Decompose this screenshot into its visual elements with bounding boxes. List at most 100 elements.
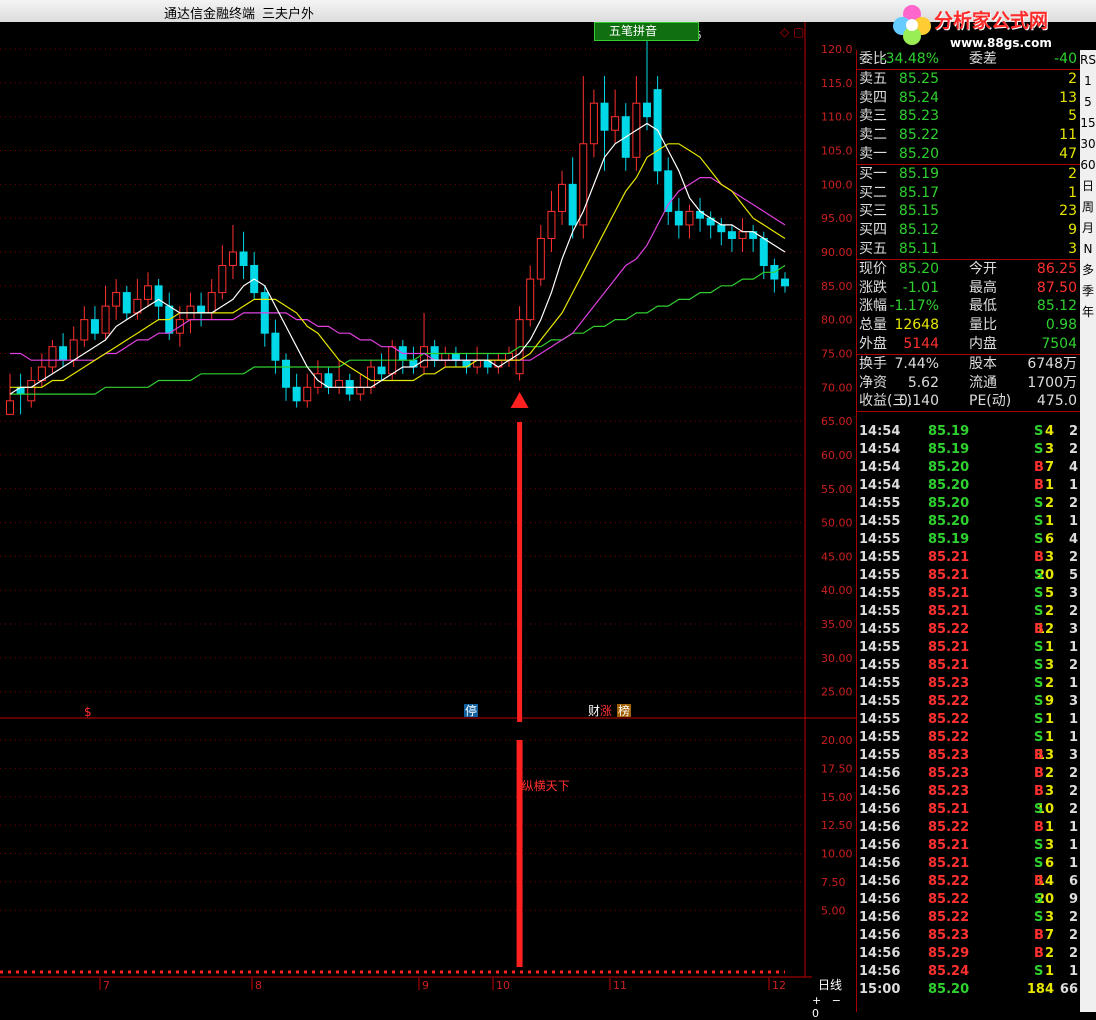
side-tool-button[interactable]: 季 (1080, 281, 1096, 302)
candle-body (568, 183, 577, 226)
ime-label[interactable]: 五笔拼音 (609, 24, 657, 38)
tick-row[interactable]: 14:56 85.24 1 S 1 (856, 963, 1080, 981)
tick-row[interactable]: 14:55 85.23 2 S 1 (856, 675, 1080, 693)
tick-price: 85.21 (928, 604, 970, 619)
side-tool-button[interactable]: 5 (1080, 92, 1096, 113)
tick-price: 85.20 (928, 496, 970, 511)
weicha-label: 委差 (969, 51, 997, 67)
tick-row[interactable]: 14:54 85.19 3 S 2 (856, 441, 1080, 459)
tick-count: 3 (1068, 622, 1078, 637)
quote-label-2: 内盘 (969, 335, 997, 352)
side-tool-button[interactable]: 1 (1080, 71, 1096, 92)
price-tick-label: 105.0 (821, 145, 853, 158)
tick-price: 85.22 (928, 820, 970, 835)
indicator-tick-label: 20.00 (821, 734, 853, 747)
side-tool-button[interactable]: 多 (1080, 260, 1096, 281)
tick-row[interactable]: 14:55 85.21 1 S 1 (856, 639, 1080, 657)
zoom-out-button[interactable]: − (832, 994, 841, 1007)
side-tool-button[interactable]: N (1080, 239, 1096, 260)
period-day-tab[interactable]: 日线 (818, 976, 842, 993)
tick-row[interactable]: 14:55 85.21 3 S 2 (856, 657, 1080, 675)
tick-row[interactable]: 14:56 85.23 2 B 2 (856, 765, 1080, 783)
candle-body (218, 265, 227, 294)
tick-row[interactable]: 14:54 85.20 1 B 1 (856, 477, 1080, 495)
price-tick-label: 40.00 (821, 584, 853, 597)
tick-price: 85.22 (928, 622, 970, 637)
tick-count: 2 (1068, 928, 1078, 943)
side-tool-button[interactable]: 60 (1080, 155, 1096, 176)
fund-value: 0.140 (898, 393, 939, 410)
tick-row[interactable]: 14:56 85.29 2 B 2 (856, 945, 1080, 963)
quote-value: 12648 (894, 317, 939, 334)
tick-row[interactable]: 15:00 85.20 184 66 (856, 981, 1080, 999)
watermark-logo: 分析家公式网 www.88gs.com (890, 2, 1090, 52)
tick-row[interactable]: 14:55 85.22 9 S 3 (856, 693, 1080, 711)
chart-canvas[interactable]: 120.0115.0110.0105.0100.095.0090.0085.00… (0, 22, 858, 1012)
tick-row[interactable]: 14:56 85.21 6 S 1 (856, 855, 1080, 873)
tick-side: S (1034, 658, 1044, 673)
tick-row[interactable]: 14:55 85.19 6 S 4 (856, 531, 1080, 549)
tick-row[interactable]: 14:56 85.22 1 B 1 (856, 819, 1080, 837)
tick-row[interactable]: 14:54 85.20 7 B 4 (856, 459, 1080, 477)
tick-time: 14:56 (859, 964, 901, 979)
tick-time: 14:55 (859, 658, 901, 673)
tick-price: 85.22 (928, 892, 970, 907)
tick-row[interactable]: 14:56 85.21 10 S 2 (856, 801, 1080, 819)
tick-row[interactable]: 14:56 85.23 7 B 2 (856, 927, 1080, 945)
kline-chart[interactable]: 120.0 115.0 110.0 105.0 100.0 95.00 90.00 85.00… (0, 22, 858, 1012)
side-tool-button[interactable]: 30 (1080, 134, 1096, 155)
tick-price: 85.20 (928, 478, 970, 493)
side-toolbar[interactable]: RSI15153060日周月N多季年 (1080, 50, 1096, 1012)
tick-row[interactable]: 14:55 85.21 5 S 3 (856, 585, 1080, 603)
tick-row[interactable]: 14:54 85.19 4 S 2 (856, 423, 1080, 441)
tick-volume: 2 (1044, 766, 1054, 781)
period-tabs[interactable]: 日线 + − 0 (812, 976, 856, 1020)
quote-label: 总量 (859, 317, 887, 334)
tick-list[interactable]: 14:54 85.19 4 S 2 14:54 85.19 3 S 2 14:54 85.20 7 B 4 1… (856, 423, 1080, 999)
tick-row[interactable]: 14:56 85.22 20 S 9 (856, 891, 1080, 909)
ma5-line (9, 122, 786, 395)
quote-label-2: 今开 (969, 260, 997, 277)
tick-count: 2 (1068, 442, 1078, 457)
tick-time: 14:56 (859, 874, 901, 889)
tick-row[interactable]: 14:55 85.21 3 B 2 (856, 549, 1080, 567)
tick-row[interactable]: 14:56 85.21 3 S 1 (856, 837, 1080, 855)
sell-level: 卖三 85.23 5 (857, 107, 1081, 126)
tick-row[interactable]: 14:55 85.20 2 S 2 (856, 495, 1080, 513)
side-tool-button[interactable]: 月 (1080, 218, 1096, 239)
price-tick-label: 80.00 (821, 314, 853, 327)
tick-row[interactable]: 14:55 85.20 1 S 1 (856, 513, 1080, 531)
weicha-value: -40 (1054, 51, 1077, 67)
zoom-in-button[interactable]: + (812, 994, 821, 1007)
tick-count: 6 (1068, 874, 1078, 889)
ime-toolbar[interactable]: 五笔拼音 (594, 22, 699, 41)
side-tool-button[interactable]: 周 (1080, 197, 1096, 218)
tick-row[interactable]: 14:55 85.21 2 S 2 (856, 603, 1080, 621)
tick-row[interactable]: 14:55 85.22 1 S 1 (856, 729, 1080, 747)
side-tool-button[interactable]: 年 (1080, 302, 1096, 323)
tick-price: 85.22 (928, 910, 970, 925)
zero-button[interactable]: 0 (812, 1007, 819, 1020)
tick-row[interactable]: 14:55 85.23 13 B 3 (856, 747, 1080, 765)
tick-row[interactable]: 14:55 85.22 1 S 1 (856, 711, 1080, 729)
tick-row[interactable]: 14:55 85.22 12 B 3 (856, 621, 1080, 639)
logo-url: www.88gs.com (950, 36, 1052, 50)
side-tool-button[interactable]: 日 (1080, 176, 1096, 197)
tick-row[interactable]: 14:56 85.22 14 B 6 (856, 873, 1080, 891)
sell-level: 卖一 85.20 47 (857, 145, 1081, 164)
tick-row[interactable]: 14:56 85.23 3 B 2 (856, 783, 1080, 801)
side-tool-button[interactable]: 15 (1080, 113, 1096, 134)
buy-price: 85.17 (898, 184, 939, 201)
tick-row[interactable]: 14:56 85.22 3 S 2 (856, 909, 1080, 927)
side-tool-button[interactable]: RSI (1080, 50, 1096, 71)
buy-level-label: 买五 (859, 240, 887, 257)
tick-row[interactable]: 14:55 85.21 20 S 5 (856, 567, 1080, 585)
tick-time: 14:54 (859, 460, 901, 475)
zoom-controls[interactable]: + − 0 (812, 994, 856, 1020)
tick-count: 3 (1068, 694, 1078, 709)
app-title: 通达信金融终端 (164, 7, 256, 22)
tick-count: 2 (1068, 766, 1078, 781)
candle-body (207, 292, 216, 314)
candle-body (6, 400, 14, 415)
candle-body (579, 143, 588, 226)
